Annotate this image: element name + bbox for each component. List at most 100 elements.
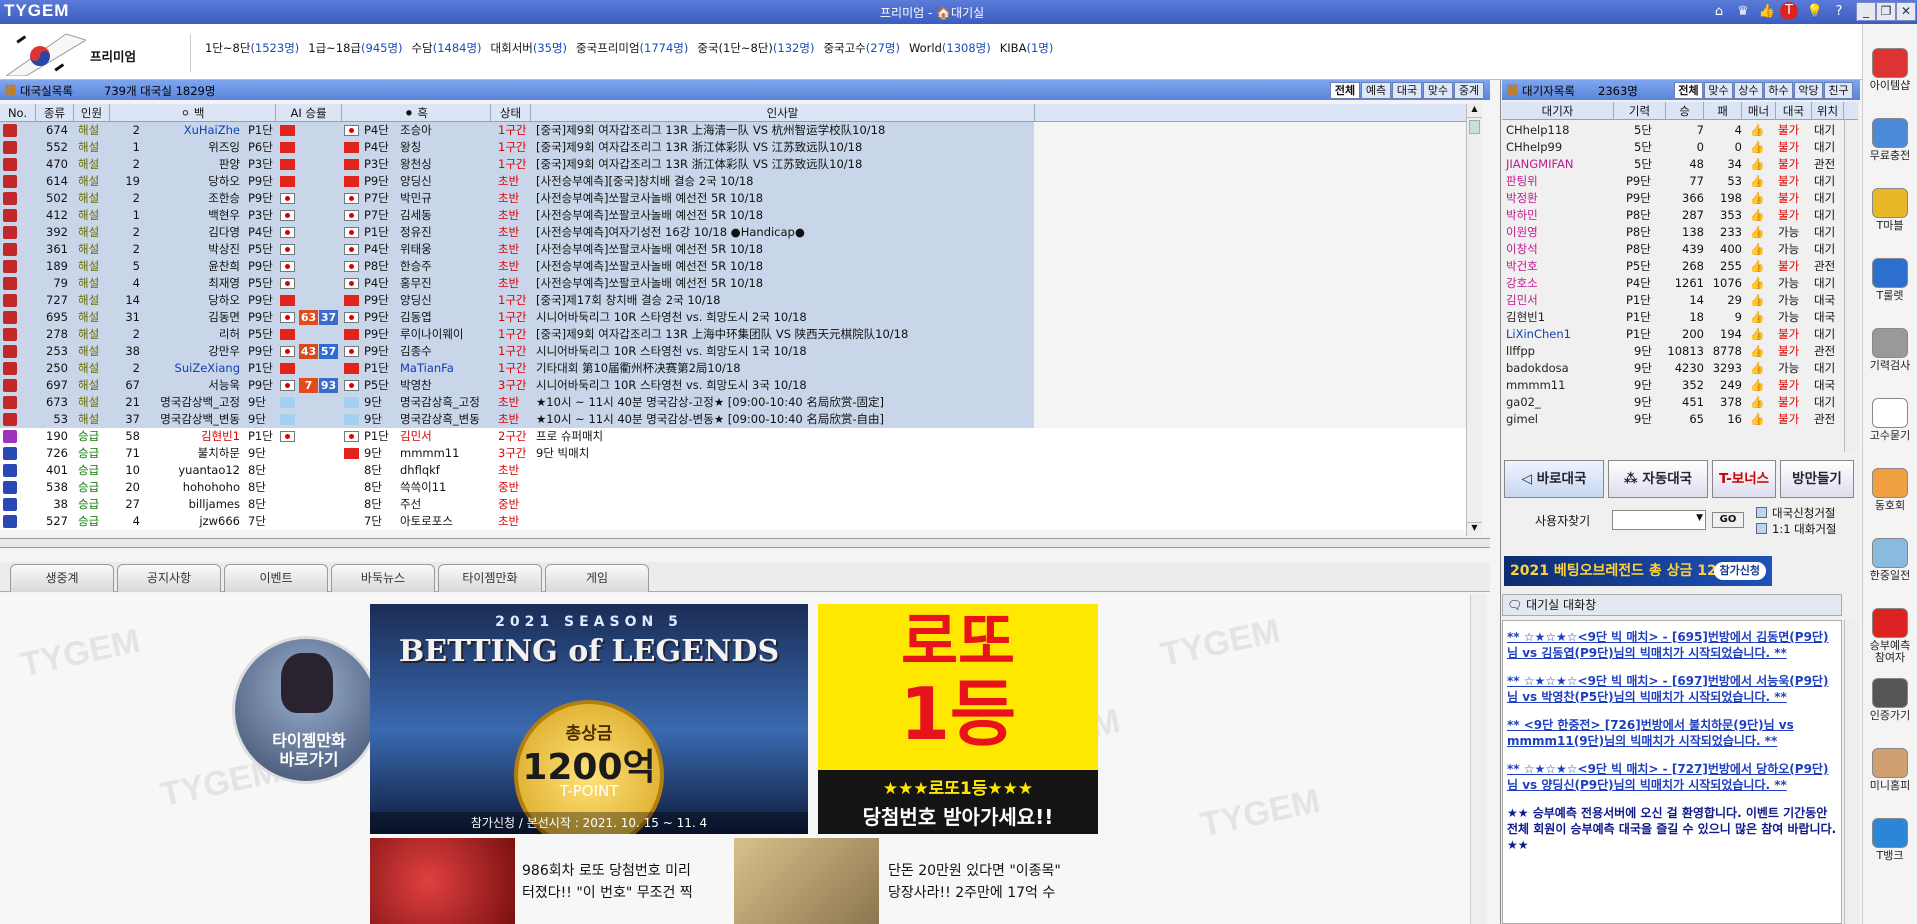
- server-stat-0[interactable]: 1단~8단(1523명): [205, 41, 299, 55]
- column-header[interactable]: AI 승률: [276, 104, 342, 122]
- sidebar-item[interactable]: T룰렛: [1868, 254, 1912, 312]
- column-header[interactable]: 인원: [74, 104, 110, 122]
- table-row[interactable]: 190 승급 58 김현빈1 P1단 P1단 김민서 2구간 프로 슈퍼매치: [0, 428, 1466, 445]
- table-row[interactable]: 250 해설 2 SuiZeXiang P1단 P1단 MaTianFa 1구간 기타대회 第1…: [0, 360, 1034, 377]
- server-stat-6[interactable]: 중국고수(27명): [823, 41, 900, 55]
- waiting-user-row[interactable]: LiXinChen1 P1단 200 194 👍 불가 대기: [1502, 326, 1852, 343]
- waiting-user-row[interactable]: 강호소 P4단 1261 1076 👍 가능 대기: [1502, 275, 1852, 292]
- user-search-input[interactable]: ▼: [1612, 510, 1706, 530]
- waiting-column-header[interactable]: 대기자: [1502, 102, 1614, 120]
- quick-match-button[interactable]: ◁ 바로대국: [1504, 460, 1604, 498]
- waiting-column-header[interactable]: 패: [1704, 102, 1742, 120]
- server-stat-1[interactable]: 1급~18급(945명): [308, 41, 402, 55]
- waiting-filter-tab[interactable]: 맞수: [1704, 82, 1733, 99]
- tab-3[interactable]: 바둑뉴스: [331, 564, 435, 592]
- tab-1[interactable]: 공지사항: [117, 564, 221, 592]
- waiting-user-row[interactable]: 박정환 P9단 366 198 👍 불가 대기: [1502, 190, 1852, 207]
- chat-message[interactable]: ** ☆★☆★☆<9단 빅 매치> - [727]번방에서 당하오(P9단)님 …: [1507, 761, 1837, 793]
- chat-message[interactable]: ** ☆★☆★☆<9단 빅 매치> - [695]번방에서 김동면(P9단)님 …: [1507, 629, 1837, 661]
- waiting-user-row[interactable]: 김현빈1 P1단 18 9 👍 가능 대국: [1502, 309, 1852, 326]
- promo-banner[interactable]: 2021 베팅오브레전드 총 상금 1200억 참가신청: [1504, 556, 1772, 586]
- cartoon-shortcut-button[interactable]: 타이젬만화 바로가기: [232, 636, 380, 784]
- table-row[interactable]: 412 해설 1 백현우 P3단 P7단 김세동 초반 [사전승부예측]쏘팔코사놀배 예선전 5…: [0, 207, 1034, 224]
- sidebar-item[interactable]: 기력검사: [1868, 324, 1912, 382]
- server-stats[interactable]: 1단~8단(1523명) 1급~18급(945명) 수담(1484명) 대회서버(35…: [205, 40, 1062, 56]
- filter-tab[interactable]: 대국: [1392, 82, 1422, 99]
- waiting-filter-tab[interactable]: 하수: [1764, 82, 1793, 99]
- waiting-filter-tab[interactable]: 상수: [1734, 82, 1763, 99]
- waiting-user-row[interactable]: CHhelp118 5단 7 4 👍 불가 대기: [1502, 122, 1852, 139]
- waiting-user-row[interactable]: JIANGMIFAN 5단 48 34 👍 불가 관전: [1502, 156, 1852, 173]
- table-row[interactable]: 697 해설 67 서능욱 P9단 7 93 P5단 박영찬 3구간 시니어바둑리그 10R 스타영…: [0, 377, 1034, 394]
- promo-join-button[interactable]: 참가신청: [1713, 562, 1766, 580]
- table-row[interactable]: 726 승급 71 불치하문 9단 9단 mmmm11 3구간 9단 빅매치: [0, 445, 1466, 462]
- table-row[interactable]: 695 해설 31 김동면 P9단 63 37 P9단 김동엽 1구간 시니어바둑리그 10R 스타…: [0, 309, 1034, 326]
- server-stat-3[interactable]: 대회서버(35명): [491, 41, 568, 55]
- reject-game-checkbox[interactable]: [1756, 507, 1767, 518]
- auto-match-button[interactable]: ⁂ 자동대국: [1608, 460, 1708, 498]
- column-header[interactable]: 인사말: [531, 104, 1035, 122]
- sidebar-item[interactable]: 고수묻기: [1868, 394, 1912, 452]
- table-row[interactable]: 727 해설 14 당하오 P9단 P9단 양딩신 1구간 [중국]제17회 창치배 결승 2국…: [0, 292, 1034, 309]
- table-row[interactable]: 278 해설 2 리허 P5단 P9단 루이나이웨이 1구간 [중국]제9회 여자갑조리그 13…: [0, 326, 1034, 343]
- tab-4[interactable]: 타이젬만화: [438, 564, 542, 592]
- restore-button[interactable]: ❐: [1876, 2, 1896, 21]
- table-row[interactable]: 392 해설 2 김다영 P4단 P1단 정유진 초반 [사전승부예측]여자기성전 16강 10…: [0, 224, 1034, 241]
- banner-scrollbar[interactable]: [1470, 594, 1486, 924]
- news-headline-1[interactable]: 986회차 로또 당첨번호 미리 터졌다!! "이 번호" 무조건 찍: [522, 860, 732, 904]
- table-row[interactable]: 253 해설 38 강만우 P9단 43 57 P9단 김종수 1구간 시니어바둑리그 10R 스타…: [0, 343, 1034, 360]
- reject-chat-checkbox[interactable]: [1756, 523, 1767, 534]
- waiting-filter-tab[interactable]: 전체: [1674, 82, 1703, 99]
- table-row[interactable]: 552 해설 1 위즈잉 P6단 P4단 왕칭 1구간 [중국]제9회 여자갑조리그 13R 浙…: [0, 139, 1034, 156]
- news-headline-2[interactable]: 단돈 20만원 있다면 "이종목" 당장사라!! 2주만에 17억 수: [888, 860, 1102, 904]
- waiting-scrollbar[interactable]: [1844, 120, 1858, 452]
- table-row[interactable]: 527 승급 4 jzw666 7단 7단 아토로포스 초반: [0, 513, 1466, 530]
- filter-tab[interactable]: 맞수: [1423, 82, 1453, 99]
- column-header[interactable]: 종류: [36, 104, 74, 122]
- server-stat-4[interactable]: 중국프리미엄(1774명): [576, 41, 688, 55]
- tab-2[interactable]: 이벤트: [224, 564, 328, 592]
- server-stat-2[interactable]: 수담(1484명): [412, 41, 482, 55]
- waiting-user-row[interactable]: mmmm11 9단 352 249 👍 불가 대국: [1502, 377, 1852, 394]
- waiting-user-row[interactable]: CHhelp99 5단 0 0 👍 불가 대기: [1502, 139, 1852, 156]
- t-point-icon[interactable]: T: [1780, 2, 1798, 20]
- thumbs-up-icon[interactable]: 👍: [1756, 2, 1778, 22]
- table-row[interactable]: 674 해설 2 XuHaiZhe P1단 P4단 조승아 1구간 [중국]제9회 여자갑조리그…: [0, 122, 1034, 139]
- table-row[interactable]: 53 해설 37 명국감상백_변동 9단 9단 명국감상흑_변동 초반 ★10시 ~ 11시 4…: [0, 411, 1034, 428]
- table-row[interactable]: 502 해설 2 조한승 P9단 P7단 박민규 초반 [사전승부예측]쏘팔코사놀배 예선전 5…: [0, 190, 1034, 207]
- table-row[interactable]: 470 해설 2 판양 P3단 P3단 왕천싱 1구간 [중국]제9회 여자갑조리그 13R 浙…: [0, 156, 1034, 173]
- column-header[interactable]: ⚪ 백: [110, 104, 276, 122]
- table-row[interactable]: 361 해설 2 박상진 P5단 P4단 위태웅 초반 [사전승부예측]쏘팔코사놀배 예선전 5…: [0, 241, 1034, 258]
- sidebar-item[interactable]: T마블: [1868, 184, 1912, 242]
- quiz-icon[interactable]: ?: [1828, 2, 1850, 22]
- sidebar-item[interactable]: 미니홈피: [1868, 744, 1912, 802]
- chat-message[interactable]: ** ☆★☆★☆<9단 빅 매치> - [697]번방에서 서능욱(P9단)님 …: [1507, 673, 1837, 705]
- filter-tab[interactable]: 전체: [1330, 82, 1360, 99]
- chat-log[interactable]: ** ☆★☆★☆<9단 빅 매치> - [695]번방에서 김동면(P9단)님 …: [1502, 620, 1842, 924]
- table-row[interactable]: 38 승급 27 billjames 8단 8단 주선 중반: [0, 496, 1466, 513]
- chevron-down-icon[interactable]: ▼: [1696, 513, 1703, 523]
- server-stat-8[interactable]: KIBA(1명): [1000, 41, 1054, 55]
- t-bonus-button[interactable]: T-보너스: [1712, 460, 1776, 498]
- minimize-button[interactable]: _: [1856, 2, 1876, 21]
- table-row[interactable]: 401 승급 10 yuantao12 8단 8단 dhflqkf 초반: [0, 462, 1466, 479]
- sidebar-item[interactable]: 아이템샵: [1868, 44, 1912, 102]
- betting-of-legends-banner[interactable]: 2021 SEASON 5 BETTING of LEGENDS 총상금 120…: [370, 604, 808, 834]
- money-thumbnail[interactable]: [734, 838, 879, 924]
- chat-message[interactable]: ** <9단 한중전> [726]번방에서 불치하문(9단)님 vs mmmm1…: [1507, 717, 1837, 749]
- rank-icon[interactable]: ♛: [1732, 2, 1754, 22]
- table-row[interactable]: 79 해설 4 최재영 P5단 P4단 홍무진 초반 [사전승부예측]쏘팔코사놀배 예선전 5R…: [0, 275, 1034, 292]
- table-row[interactable]: 538 승급 20 hohohoho 8단 8단 쓱쓱이11 중반: [0, 479, 1466, 496]
- create-room-button[interactable]: 방만들기: [1780, 460, 1854, 498]
- filter-tab[interactable]: 예측: [1361, 82, 1391, 99]
- server-stat-7[interactable]: World(1308명): [909, 41, 991, 55]
- close-button[interactable]: ✕: [1896, 2, 1916, 21]
- lotto-banner[interactable]: 로또 1등 ★★★로또1등★★★ 당첨번호 받아가세요!!: [818, 604, 1098, 834]
- column-header[interactable]: ⚫ 흑: [342, 104, 491, 122]
- waiting-filter-tab[interactable]: 친구: [1824, 82, 1853, 99]
- games-scrollbar[interactable]: ▲ ▼: [1466, 104, 1482, 536]
- home-icon[interactable]: ⌂: [1708, 2, 1730, 22]
- waiting-user-row[interactable]: 이원영 P8단 138 233 👍 가능 대기: [1502, 224, 1852, 241]
- lotto-balls-thumbnail[interactable]: [370, 838, 515, 924]
- table-row[interactable]: 673 해설 21 명국감상백_고정 9단 9단 명국감상흑_고정 초반 ★10시 ~ 11시 …: [0, 394, 1034, 411]
